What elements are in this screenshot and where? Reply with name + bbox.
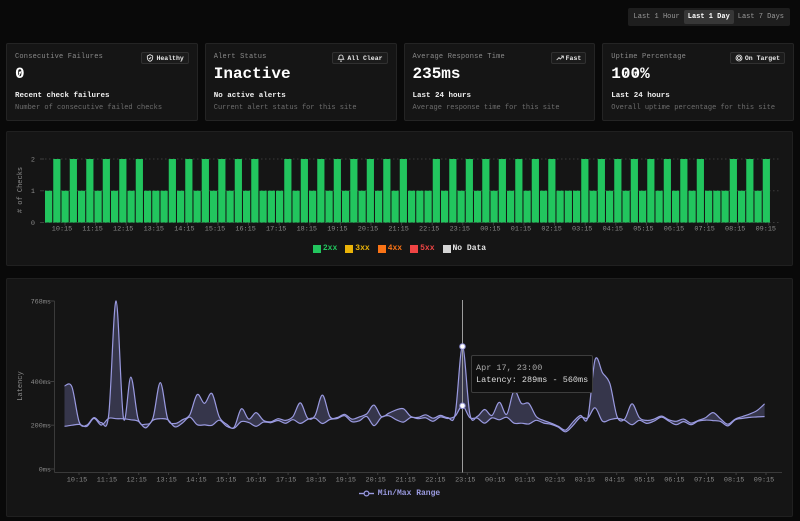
svg-text:16:15: 16:15 (246, 477, 266, 485)
svg-text:11:15: 11:15 (97, 477, 117, 485)
svg-text:400ms: 400ms (31, 379, 51, 387)
svg-text:13:15: 13:15 (156, 477, 176, 485)
svg-text:10:15: 10:15 (52, 226, 72, 234)
svg-text:03:15: 03:15 (572, 226, 592, 234)
svg-text:03:15: 03:15 (575, 477, 595, 485)
svg-text:14:15: 14:15 (174, 226, 194, 234)
svg-text:# of Checks: # of Checks (17, 167, 25, 213)
svg-text:08:15: 08:15 (725, 226, 745, 234)
svg-text:07:15: 07:15 (694, 477, 714, 485)
svg-text:02:15: 02:15 (545, 477, 565, 485)
svg-text:05:15: 05:15 (634, 477, 654, 485)
svg-text:0ms: 0ms (39, 466, 51, 474)
svg-text:00:15: 00:15 (480, 226, 500, 234)
svg-text:02:15: 02:15 (541, 226, 561, 234)
svg-text:01:15: 01:15 (515, 477, 535, 485)
svg-text:04:15: 04:15 (604, 477, 624, 485)
svg-text:768ms: 768ms (31, 298, 51, 306)
svg-text:22:15: 22:15 (419, 226, 439, 234)
svg-text:18:15: 18:15 (297, 226, 317, 234)
svg-text:1: 1 (31, 188, 35, 196)
svg-text:08:15: 08:15 (724, 477, 744, 485)
svg-text:05:15: 05:15 (633, 226, 653, 234)
svg-text:12:15: 12:15 (113, 226, 133, 234)
svg-text:0: 0 (31, 220, 35, 228)
svg-text:12:15: 12:15 (126, 477, 146, 485)
svg-text:Latency: Latency (17, 371, 25, 400)
svg-text:17:15: 17:15 (266, 226, 286, 234)
svg-text:21:15: 21:15 (395, 477, 415, 485)
svg-text:09:15: 09:15 (754, 477, 774, 485)
svg-text:19:15: 19:15 (327, 226, 347, 234)
svg-text:23:15: 23:15 (455, 477, 475, 485)
svg-text:16:15: 16:15 (235, 226, 255, 234)
svg-text:20:15: 20:15 (365, 477, 385, 485)
svg-text:07:15: 07:15 (694, 226, 714, 234)
svg-text:200ms: 200ms (31, 423, 51, 431)
svg-text:23:15: 23:15 (450, 226, 470, 234)
svg-text:13:15: 13:15 (144, 226, 164, 234)
svg-text:06:15: 06:15 (664, 477, 684, 485)
svg-text:22:15: 22:15 (425, 477, 445, 485)
svg-text:04:15: 04:15 (603, 226, 623, 234)
svg-text:14:15: 14:15 (186, 477, 206, 485)
svg-text:19:15: 19:15 (336, 477, 356, 485)
svg-text:01:15: 01:15 (511, 226, 531, 234)
svg-text:11:15: 11:15 (82, 226, 102, 234)
svg-text:17:15: 17:15 (276, 477, 296, 485)
svg-text:10:15: 10:15 (67, 477, 87, 485)
svg-text:06:15: 06:15 (664, 226, 684, 234)
svg-text:18:15: 18:15 (306, 477, 326, 485)
svg-text:15:15: 15:15 (205, 226, 225, 234)
svg-text:09:15: 09:15 (756, 226, 776, 234)
svg-text:2: 2 (31, 156, 35, 164)
svg-text:15:15: 15:15 (216, 477, 236, 485)
svg-text:00:15: 00:15 (485, 477, 505, 485)
svg-text:21:15: 21:15 (388, 226, 408, 234)
svg-text:20:15: 20:15 (358, 226, 378, 234)
